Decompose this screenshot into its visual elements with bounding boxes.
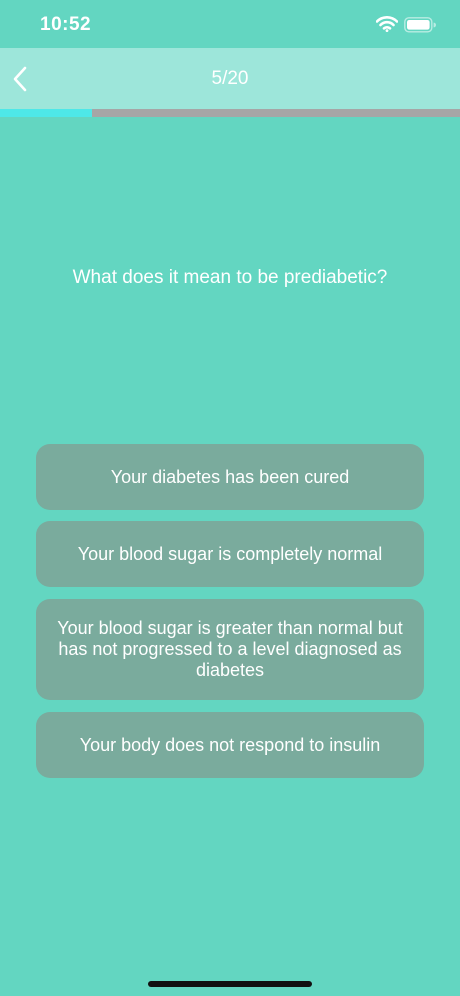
answer-label: Your diabetes has been cured: [110, 466, 350, 487]
answer-label: Your body does not respond to insulin: [79, 734, 381, 755]
battery-icon: [404, 17, 436, 33]
nav-bar: 5/20: [0, 48, 460, 109]
answer-option-4[interactable]: Your body does not respond to insulin: [36, 712, 424, 778]
question-counter: 5/20: [211, 68, 249, 89]
status-icons: [375, 15, 436, 35]
progress-fill: [0, 109, 92, 117]
progress-bar: [0, 109, 460, 117]
answer-label: Your blood sugar is completely normal: [77, 543, 383, 564]
question-text: What does it mean to be prediabetic?: [72, 267, 388, 288]
status-bar: 10:52: [0, 0, 460, 48]
answer-option-3[interactable]: Your blood sugar is greater than normal …: [36, 599, 424, 700]
wifi-icon: [375, 16, 399, 32]
answer-option-1[interactable]: Your diabetes has been cured: [36, 444, 424, 510]
home-indicator[interactable]: [148, 981, 312, 987]
answer-label: Your blood sugar is greater than normal …: [57, 618, 403, 680]
answer-option-2[interactable]: Your blood sugar is completely normal: [36, 521, 424, 587]
status-time: 10:52: [40, 14, 92, 35]
